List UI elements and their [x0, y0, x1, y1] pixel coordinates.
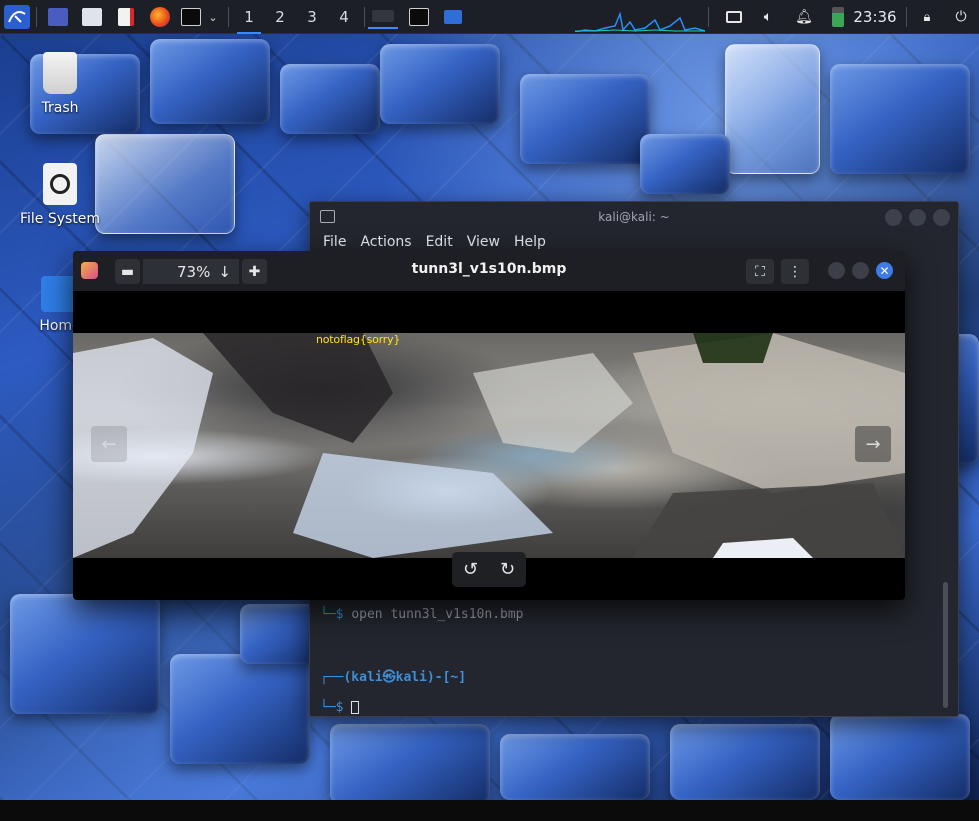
image-viewer-window[interactable]: ▬ 73% ↓ ✚ tunn3l_v1s10n.bmp ⛶ ⋮ ✕ notofl… [73, 251, 905, 600]
taskbar-image-viewer[interactable] [368, 5, 398, 29]
kebab-menu-icon: ⋮ [788, 263, 802, 280]
kali-menu-button[interactable] [4, 5, 30, 29]
drive-icon [43, 163, 77, 205]
desktop-icon-label: File System [19, 211, 101, 227]
minimize-button[interactable] [885, 209, 902, 226]
taskbar-terminal[interactable] [404, 5, 434, 29]
image-viewer-icon [372, 10, 394, 22]
show-desktop-button[interactable] [46, 5, 70, 29]
desktop-icon-label: Trash [41, 100, 79, 116]
fullscreen-icon: ⛶ [755, 263, 765, 280]
terminal-scrollbar[interactable] [943, 582, 948, 708]
text-editor-launcher[interactable] [114, 5, 138, 29]
terminal-title: kali@kali: ~ [598, 210, 670, 224]
rotate-left-icon[interactable]: ↺ [463, 559, 478, 580]
zoom-level: 73% [177, 262, 211, 281]
kali-dragon-icon [8, 11, 26, 23]
terminal-titlebar[interactable]: kali@kali: ~ [310, 202, 958, 232]
workspace-4[interactable]: 4 [330, 5, 358, 29]
trash-icon [43, 52, 77, 94]
minimize-button[interactable] [828, 262, 845, 279]
terminal-icon [320, 210, 335, 223]
battery-icon[interactable] [829, 5, 847, 29]
terminal-prompt: ┌──(kali㉿kali)-[~] [320, 670, 467, 685]
terminal-command-line: └─$ open tunn3l_v1s10n.bmp [320, 607, 524, 622]
workspace-2[interactable]: 2 [266, 5, 294, 29]
desktop-icon-trash[interactable]: Trash [10, 52, 110, 116]
window-icon [444, 10, 462, 24]
terminal-cursor [351, 701, 360, 714]
close-icon: ✕ [879, 263, 890, 278]
menu-button[interactable]: ⋮ [781, 259, 809, 284]
clock[interactable]: 23:36 [852, 5, 898, 29]
image-viewer-app-icon [81, 262, 98, 279]
desktop-icon-file-system[interactable]: File System [10, 163, 110, 227]
fullscreen-button[interactable]: ⛶ [746, 259, 774, 284]
image-viewer-headerbar[interactable]: ▬ 73% ↓ ✚ tunn3l_v1s10n.bmp ⛶ ⋮ ✕ [73, 251, 905, 291]
workspace-1[interactable]: 1 [235, 5, 263, 34]
desktop-icon [48, 8, 68, 26]
bottom-bar [0, 800, 979, 821]
cpu-graph [575, 11, 705, 32]
rotate-toolbar: ↺ ↻ [452, 552, 526, 587]
close-button[interactable] [933, 209, 950, 226]
image-overlay-text: notoflag{sorry} [316, 333, 401, 346]
power-icon[interactable]: ⏻ [950, 5, 972, 29]
terminal-icon [409, 8, 429, 26]
maximize-button[interactable] [909, 209, 926, 226]
displayed-image: notoflag{sorry} [73, 333, 905, 558]
file-manager-launcher[interactable] [80, 5, 104, 29]
arrow-left-icon: ← [101, 433, 117, 455]
chevron-down-icon[interactable]: ⌄ [204, 5, 222, 29]
terminal-prompt-input: └─$ [320, 700, 524, 715]
rotate-right-icon[interactable]: ↻ [500, 559, 515, 580]
terminal-icon [181, 8, 201, 26]
folder-icon [82, 8, 102, 26]
next-image-button[interactable]: → [855, 426, 891, 462]
terminal-output[interactable]: └─$ open tunn3l_v1s10n.bmp ┌──(kali㉿kali… [320, 592, 524, 745]
firefox-launcher[interactable] [148, 5, 172, 29]
zoom-out-button[interactable]: ▬ [115, 259, 140, 284]
zoom-level-dropdown[interactable]: 73% ↓ [143, 259, 239, 284]
lock-icon[interactable]: 🔒︎ [918, 5, 936, 29]
arrow-right-icon: → [865, 433, 881, 455]
minus-icon: ▬ [120, 263, 135, 280]
firefox-icon [150, 7, 170, 27]
text-editor-icon [118, 8, 134, 26]
arrow-down-icon: ↓ [218, 262, 231, 281]
zoom-in-button[interactable]: ✚ [242, 259, 267, 284]
network-icon[interactable] [722, 5, 746, 29]
volume-icon[interactable]: 🔈︎ [756, 5, 780, 29]
top-panel: ⌄ 1 2 3 4 🔈︎ 🔔︎ 23:36 🔒︎ ⏻ [0, 0, 979, 34]
close-button[interactable]: ✕ [876, 262, 893, 279]
waterfall-photo [73, 333, 905, 558]
previous-image-button[interactable]: ← [91, 426, 127, 462]
taskbar-app[interactable] [440, 5, 466, 29]
notification-bell-icon[interactable]: 🔔︎ [792, 5, 816, 29]
plus-icon: ✚ [248, 263, 261, 280]
terminal-launcher[interactable] [180, 5, 202, 29]
workspace-3[interactable]: 3 [298, 5, 326, 29]
maximize-button[interactable] [852, 262, 869, 279]
